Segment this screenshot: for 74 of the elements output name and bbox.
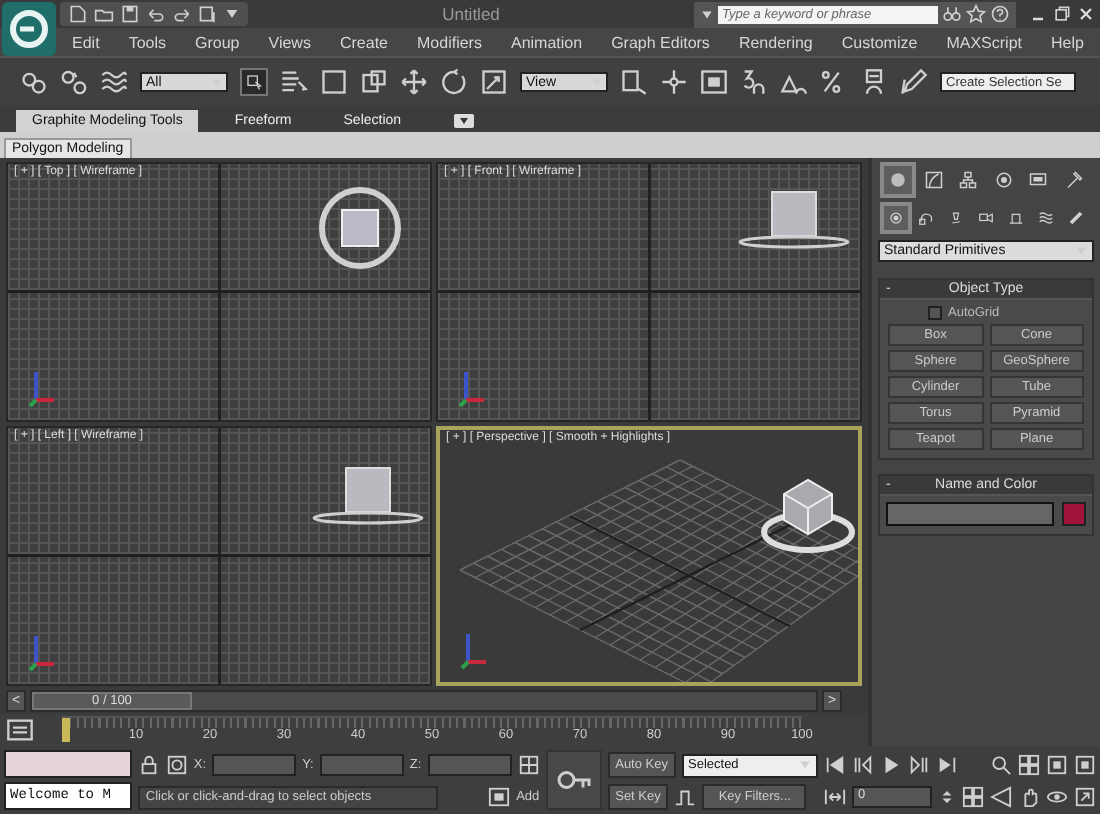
go-to-end-icon[interactable] — [936, 754, 958, 776]
select-by-name-icon[interactable] — [280, 68, 308, 96]
dropdown-arrow-icon[interactable] — [224, 6, 240, 22]
menu-item[interactable]: Customize — [837, 31, 922, 53]
unlink-icon[interactable] — [60, 68, 88, 96]
menu-item[interactable]: Group — [191, 31, 244, 53]
link-icon[interactable] — [20, 68, 48, 96]
axis-icon — [460, 630, 488, 670]
new-file-icon[interactable] — [68, 4, 88, 24]
spinner-icon[interactable] — [938, 788, 956, 806]
move-icon[interactable] — [400, 68, 428, 96]
grid-icon[interactable] — [517, 754, 540, 776]
help-icon[interactable] — [990, 4, 1010, 24]
maxscript-input-field[interactable] — [4, 750, 132, 778]
save-icon[interactable] — [120, 4, 140, 24]
menu-item[interactable]: Rendering — [734, 31, 817, 53]
coordinate-field[interactable] — [427, 754, 512, 776]
field-of-view-icon[interactable] — [990, 786, 1012, 808]
zoom-icon[interactable] — [990, 754, 1012, 776]
rotate-icon[interactable] — [440, 68, 468, 96]
current-frame-marker[interactable] — [62, 718, 70, 742]
snap-icon[interactable] — [740, 68, 768, 96]
window-title: Untitled — [440, 4, 502, 24]
menu-item[interactable]: Modifiers — [413, 31, 486, 53]
dropdown-arrow-icon[interactable] — [700, 7, 714, 21]
coordinate-field[interactable] — [319, 754, 404, 776]
menu-item[interactable]: Views — [264, 31, 315, 53]
dropdown-arrow-icon — [798, 758, 812, 772]
geometry-icon[interactable] — [882, 204, 910, 232]
pan-icon[interactable] — [1018, 786, 1040, 808]
zoom-all-icon[interactable] — [1018, 754, 1040, 776]
restore-icon[interactable] — [1052, 4, 1072, 24]
zoom-extents-icon[interactable] — [1046, 754, 1068, 776]
go-to-start-icon[interactable] — [824, 754, 846, 776]
menu-item[interactable]: Edit — [68, 31, 104, 53]
play-icon[interactable] — [880, 754, 902, 776]
key-mode-icon[interactable] — [674, 786, 697, 808]
box-object-drawing — [316, 184, 404, 272]
menu-item[interactable]: Create — [335, 31, 392, 53]
axis-icon — [28, 632, 56, 672]
project-folder-icon[interactable] — [198, 4, 218, 24]
checkbox[interactable] — [928, 306, 942, 320]
menu-item[interactable]: Tools — [124, 31, 170, 53]
binoculars-icon[interactable] — [942, 4, 962, 24]
ribbon-minimize-icon[interactable] — [453, 114, 474, 128]
app-logo-icon[interactable] — [2, 2, 56, 56]
close-icon[interactable] — [1076, 4, 1096, 24]
orbit-icon[interactable] — [1046, 786, 1068, 808]
open-folder-icon[interactable] — [94, 4, 114, 24]
name-field[interactable] — [886, 502, 1054, 526]
rectangle-region-icon[interactable] — [320, 68, 348, 96]
coordinate-field[interactable] — [212, 754, 297, 776]
dropdown-arrow-icon — [590, 75, 604, 89]
menu-item[interactable]: Help — [1047, 31, 1088, 53]
axis-icon — [458, 368, 486, 408]
set-keys-button[interactable] — [545, 750, 602, 810]
next-frame-icon[interactable] — [908, 754, 930, 776]
dropdown-arrow-icon — [210, 75, 224, 89]
menu-item[interactable]: Graph Editors — [607, 31, 714, 53]
window-crossing-icon[interactable] — [360, 68, 388, 96]
previous-frame-icon[interactable] — [852, 754, 874, 776]
star-icon[interactable] — [966, 4, 986, 24]
lock-icon[interactable] — [137, 754, 160, 776]
dropdown-arrow-icon — [1074, 244, 1088, 258]
menu-item[interactable]: MAXScript — [942, 31, 1026, 53]
scale-icon[interactable] — [480, 68, 508, 96]
curve-editor-icon[interactable] — [6, 716, 34, 744]
redo-icon[interactable] — [172, 4, 192, 24]
axis-icon — [28, 368, 56, 408]
color-swatch[interactable] — [1062, 502, 1086, 526]
maximize-viewport-icon[interactable] — [1074, 786, 1096, 808]
menu-item[interactable]: Animation — [506, 31, 587, 53]
select-object-icon[interactable] — [240, 68, 268, 96]
undo-icon[interactable] — [146, 4, 166, 24]
